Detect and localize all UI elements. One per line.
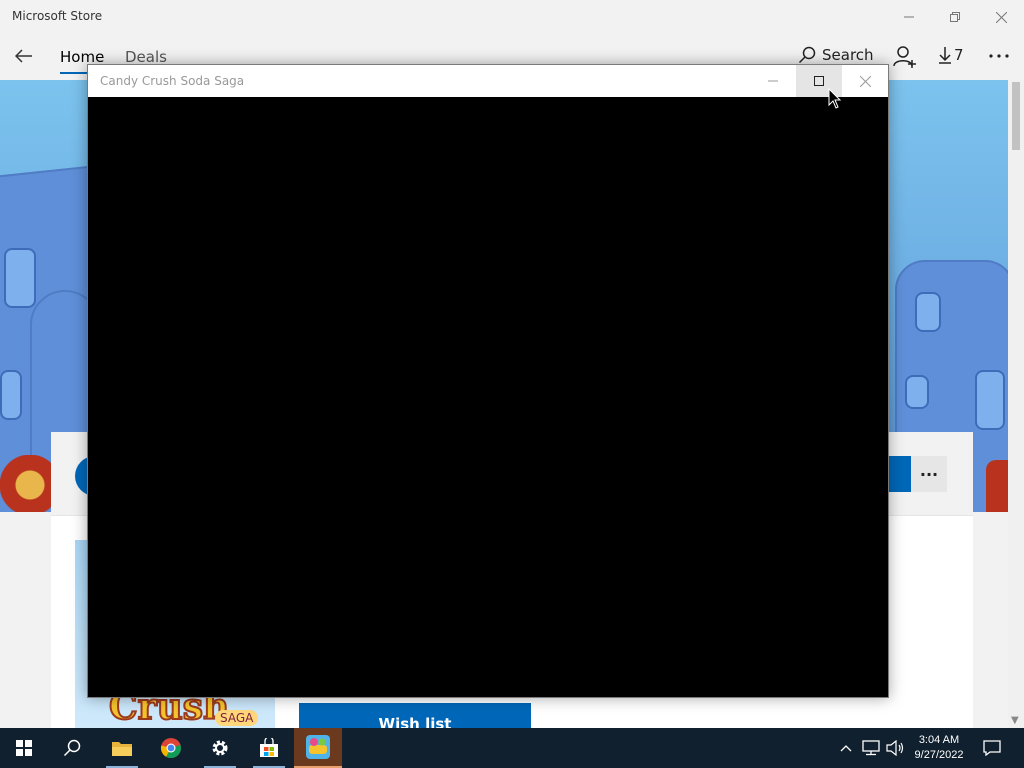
network-button[interactable] xyxy=(860,728,882,768)
game-titlebar[interactable]: Candy Crush Soda Saga xyxy=(88,65,888,97)
taskbar-candy-crush[interactable] xyxy=(294,728,342,768)
maximize-icon xyxy=(814,76,824,86)
chrome-icon xyxy=(160,738,181,759)
store-window-title: Microsoft Store xyxy=(12,9,103,23)
back-arrow-icon xyxy=(15,49,32,63)
settings-gear-icon xyxy=(212,740,228,756)
download-icon xyxy=(939,47,951,64)
store-close-button[interactable] xyxy=(978,0,1024,34)
clock-time: 3:04 AM xyxy=(918,734,960,746)
show-hidden-icons-button[interactable] xyxy=(836,728,856,768)
search-icon xyxy=(63,739,81,757)
game-close-button[interactable] xyxy=(842,65,888,97)
back-button[interactable] xyxy=(8,42,40,70)
store-titlebar: Microsoft Store xyxy=(0,0,1024,34)
taskbar-settings[interactable] xyxy=(196,728,244,768)
network-icon xyxy=(862,740,880,756)
hero-window xyxy=(975,370,1005,430)
close-icon xyxy=(995,11,1007,23)
search-button[interactable]: Search xyxy=(798,46,874,64)
store-bag-icon xyxy=(260,738,278,757)
file-explorer-icon xyxy=(112,742,132,756)
product-logo-badge: SAGA xyxy=(215,710,259,726)
taskbar: 3:04 AM 9/27/2022 xyxy=(0,728,1024,768)
close-icon xyxy=(859,75,871,87)
volume-button[interactable] xyxy=(884,728,906,768)
windows-start-icon xyxy=(16,740,32,756)
clock-date: 9/27/2022 xyxy=(914,749,964,761)
hero-window xyxy=(905,375,929,409)
scroll-down-arrow-icon[interactable]: ▼ xyxy=(1011,715,1019,726)
hero-candy-right xyxy=(986,460,1008,512)
candy-crush-icon xyxy=(306,735,330,759)
account-icon xyxy=(893,46,916,68)
hero-window xyxy=(0,370,22,420)
store-restore-button[interactable] xyxy=(932,0,978,34)
start-button[interactable] xyxy=(0,728,48,768)
more-icon xyxy=(989,54,1009,58)
minimize-icon xyxy=(904,16,914,18)
store-scrollbar[interactable]: ▼ xyxy=(1008,80,1024,728)
taskbar-file-explorer[interactable] xyxy=(98,728,146,768)
search-label: Search xyxy=(822,46,874,64)
downloads-button[interactable]: 7 xyxy=(938,46,964,64)
mouse-cursor-icon xyxy=(828,88,842,109)
more-button[interactable] xyxy=(988,44,1010,63)
game-minimize-button[interactable] xyxy=(750,65,796,97)
game-window-title: Candy Crush Soda Saga xyxy=(100,74,245,88)
taskbar-chrome[interactable] xyxy=(147,728,195,768)
game-window: Candy Crush Soda Saga xyxy=(87,64,889,698)
account-button[interactable] xyxy=(892,44,918,70)
product-more-button[interactable]: ··· xyxy=(911,456,947,492)
scrollbar-thumb[interactable] xyxy=(1012,82,1020,150)
hero-window xyxy=(4,248,36,308)
game-content-area[interactable] xyxy=(88,97,888,697)
search-icon xyxy=(798,46,816,64)
downloads-count: 7 xyxy=(954,46,964,64)
notification-icon xyxy=(983,740,1001,756)
chevron-up-icon xyxy=(840,745,852,752)
hero-window xyxy=(915,292,941,332)
minimize-icon xyxy=(768,80,778,82)
action-center-button[interactable] xyxy=(978,728,1006,768)
hero-candy-left xyxy=(0,455,52,512)
volume-icon xyxy=(886,740,904,756)
taskbar-clock[interactable]: 3:04 AM 9/27/2022 xyxy=(906,728,972,768)
taskbar-microsoft-store[interactable] xyxy=(245,728,293,768)
restore-icon xyxy=(950,12,960,22)
store-minimize-button[interactable] xyxy=(886,0,932,34)
taskbar-search-button[interactable] xyxy=(48,728,96,768)
